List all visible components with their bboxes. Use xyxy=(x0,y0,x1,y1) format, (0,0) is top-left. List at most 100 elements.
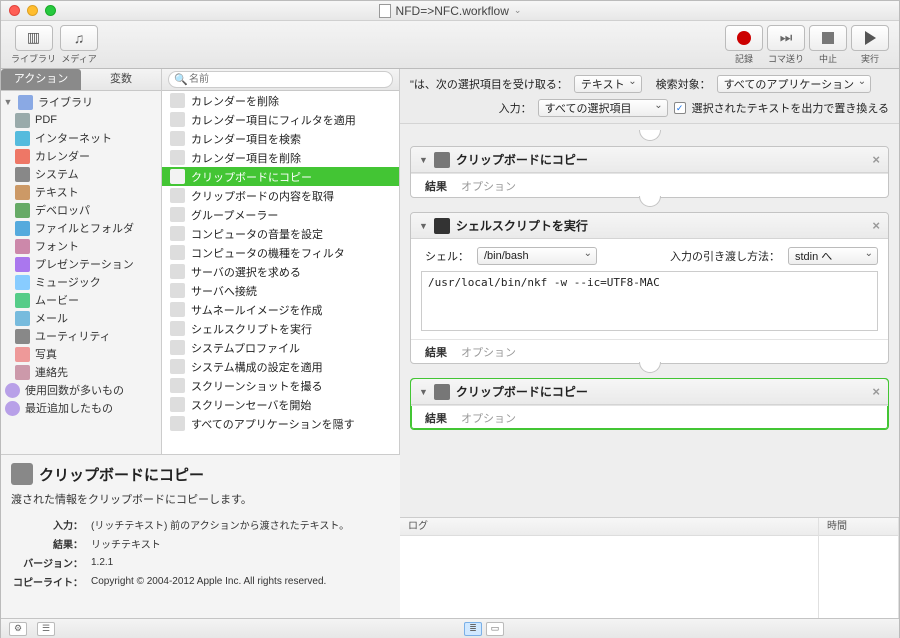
action-item[interactable]: クリップボードにコピー xyxy=(162,167,399,186)
results-tab[interactable]: 結果 xyxy=(425,178,447,194)
target-select[interactable]: すべてのアプリケーション xyxy=(717,75,872,93)
step-shell[interactable]: ▼シェルスクリプトを実行× シェル： /bin/bash 入力の引き渡し方法： … xyxy=(410,212,889,364)
action-item[interactable]: カレンダー項目にフィルタを適用 xyxy=(162,110,399,129)
disclosure-icon[interactable]: ▼ xyxy=(3,97,13,107)
action-item[interactable]: カレンダーを削除 xyxy=(162,91,399,110)
close-icon[interactable] xyxy=(9,5,20,16)
title-chevron-icon[interactable]: ⌄ xyxy=(514,5,522,16)
sidebar-item-label: ユーティリティ xyxy=(35,328,111,344)
stop-label: 中止 xyxy=(819,52,837,65)
library-button[interactable]: ▥ ライブラリ xyxy=(11,25,56,65)
zoom-icon[interactable] xyxy=(45,5,56,16)
action-item[interactable]: システムプロファイル xyxy=(162,338,399,357)
disclosure-icon[interactable]: ▼ xyxy=(419,221,428,231)
sidebar-item[interactable]: PDF xyxy=(1,111,161,129)
view-log-icon[interactable]: ≣ xyxy=(464,622,482,636)
sidebar-item[interactable]: 写真 xyxy=(1,345,161,363)
library-root[interactable]: ▼ ライブラリ xyxy=(1,93,161,111)
action-icon xyxy=(170,131,185,146)
sidebar-item[interactable]: フォント xyxy=(1,237,161,255)
workflow-area[interactable]: ▼クリップボードにコピー× 結果オプション ▼シェルスクリプトを実行× シェル：… xyxy=(400,124,899,517)
results-tab[interactable]: 結果 xyxy=(425,410,447,426)
action-item[interactable]: すべてのアプリケーションを隠す xyxy=(162,414,399,433)
sidebar-item[interactable]: 連絡先 xyxy=(1,363,161,381)
options-tab[interactable]: オプション xyxy=(461,344,516,360)
library-root-label: ライブラリ xyxy=(38,94,93,110)
media-button[interactable]: ♫ メディア xyxy=(60,25,98,65)
sidebar-item[interactable]: ユーティリティ xyxy=(1,327,161,345)
action-item[interactable]: スクリーンセーバを開始 xyxy=(162,395,399,414)
sidebar-item[interactable]: メール xyxy=(1,309,161,327)
category-icon xyxy=(15,293,30,308)
shell-select[interactable]: /bin/bash xyxy=(477,247,597,265)
action-item[interactable]: システム構成の設定を適用 xyxy=(162,357,399,376)
close-step-icon[interactable]: × xyxy=(872,152,880,167)
run-button[interactable]: 実行 xyxy=(851,25,889,65)
sidebar-smart-item[interactable]: 最近追加したもの xyxy=(1,399,161,417)
input-select[interactable]: すべての選択項目 xyxy=(538,99,668,117)
action-item[interactable]: スクリーンショットを撮る xyxy=(162,376,399,395)
sidebar-item[interactable]: ファイルとフォルダ xyxy=(1,219,161,237)
gear-menu-icon[interactable]: ⚙ xyxy=(9,622,27,636)
disclosure-icon[interactable]: ▼ xyxy=(419,387,428,397)
sidebar-item[interactable]: テキスト xyxy=(1,183,161,201)
options-tab[interactable]: オプション xyxy=(461,410,516,426)
tab-actions[interactable]: アクション xyxy=(1,69,81,90)
utility-icon xyxy=(434,152,450,168)
pass-select[interactable]: stdin へ xyxy=(788,247,878,265)
sidebar-toggle-icon[interactable]: ☰ xyxy=(37,622,55,636)
sidebar-item[interactable]: システム xyxy=(1,165,161,183)
sidebar-item[interactable]: ムービー xyxy=(1,291,161,309)
action-icon xyxy=(170,321,185,336)
record-icon xyxy=(737,31,751,45)
sidebar-item[interactable]: ミュージック xyxy=(1,273,161,291)
tab-variables[interactable]: 変数 xyxy=(81,69,161,90)
sidebar-item[interactable]: インターネット xyxy=(1,129,161,147)
action-item[interactable]: コンピュータの機種をフィルタ xyxy=(162,243,399,262)
action-item[interactable]: サーバへ接続 xyxy=(162,281,399,300)
disclosure-icon[interactable]: ▼ xyxy=(419,155,428,165)
pass-label: 入力の引き渡し方法： xyxy=(670,248,780,264)
action-icon xyxy=(170,169,185,184)
results-tab[interactable]: 結果 xyxy=(425,344,447,360)
search-input[interactable] xyxy=(168,71,393,88)
run-label: 実行 xyxy=(861,52,879,65)
close-step-icon[interactable]: × xyxy=(872,384,880,399)
sidebar-item-label: 最近追加したもの xyxy=(25,400,113,416)
stop-button[interactable]: 中止 xyxy=(809,25,847,65)
action-item[interactable]: カレンダー項目を検索 xyxy=(162,129,399,148)
sidebar-item[interactable]: カレンダー xyxy=(1,147,161,165)
sidebar-item[interactable]: プレゼンテーション xyxy=(1,255,161,273)
sidebar-item-label: 写真 xyxy=(35,346,57,362)
action-icon xyxy=(170,245,185,260)
record-button[interactable]: 記録 xyxy=(725,25,763,65)
action-item[interactable]: サーバの選択を求める xyxy=(162,262,399,281)
view-other-icon[interactable]: ▭ xyxy=(486,622,504,636)
time-column-header[interactable]: 時間 xyxy=(819,518,898,536)
sidebar-smart-item[interactable]: 使用回数が多いもの xyxy=(1,381,161,399)
action-item[interactable]: グループメーラー xyxy=(162,205,399,224)
smart-folder-icon xyxy=(5,401,20,416)
detail-description: 渡された情報をクリップボードにコピーします。 xyxy=(11,491,390,507)
receives-select[interactable]: テキスト xyxy=(574,75,642,93)
action-item[interactable]: カレンダー項目を削除 xyxy=(162,148,399,167)
action-label: コンピュータの音量を設定 xyxy=(191,226,323,242)
action-item[interactable]: コンピュータの音量を設定 xyxy=(162,224,399,243)
sidebar-item[interactable]: デベロッパ xyxy=(1,201,161,219)
category-icon xyxy=(15,113,30,128)
action-icon xyxy=(170,283,185,298)
minimize-icon[interactable] xyxy=(27,5,38,16)
close-step-icon[interactable]: × xyxy=(872,218,880,233)
options-tab[interactable]: オプション xyxy=(461,178,516,194)
step-button[interactable]: ⏭コマ送り xyxy=(767,25,805,65)
replace-checkbox[interactable]: ✓ xyxy=(674,102,686,114)
step-copy-2[interactable]: ▼クリップボードにコピー× 結果オプション xyxy=(410,378,889,430)
step-copy-1[interactable]: ▼クリップボードにコピー× 結果オプション xyxy=(410,146,889,198)
action-item[interactable]: シェルスクリプトを実行 xyxy=(162,319,399,338)
action-item[interactable]: サムネールイメージを作成 xyxy=(162,300,399,319)
action-icon xyxy=(170,226,185,241)
action-item[interactable]: クリップボードの内容を取得 xyxy=(162,186,399,205)
sidebar-item-label: ファイルとフォルダ xyxy=(35,220,134,236)
shell-script-input[interactable]: /usr/local/bin/nkf -w --ic=UTF8-MAC xyxy=(421,271,878,331)
log-column-header[interactable]: ログ xyxy=(400,518,818,536)
